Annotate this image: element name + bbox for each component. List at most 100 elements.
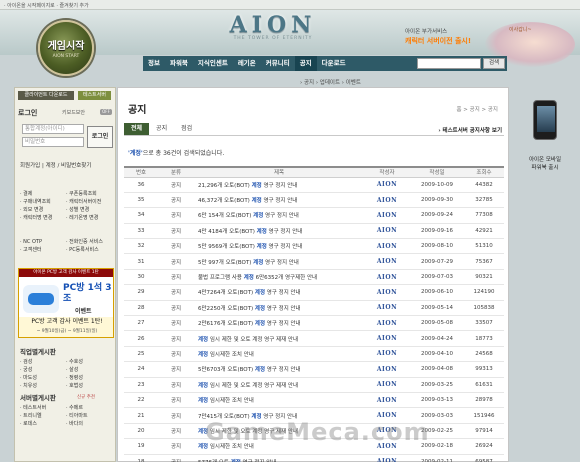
server-lodas[interactable]: · 로데스 [20, 420, 66, 428]
table-row[interactable]: 28 공지 6만2250개 오토(BOT) 계정 영구 정지 안내 AION 2009-… [124, 300, 504, 317]
row-title[interactable]: 5만 997개 오토(BOT) 계정 영구 정지 안내 [194, 253, 364, 270]
tab-all[interactable]: 전체 [124, 123, 150, 135]
menu-otp[interactable]: · NC OTP [20, 238, 66, 246]
server-tiamat[interactable]: · 티아마트 [66, 413, 88, 419]
table-row[interactable]: 23 공지 계정 임시 제한 및 오토 계정 영구 제재 안내 AION 2009-03… [124, 377, 504, 393]
row-title[interactable]: 6만 154개 오토(BOT) 계정 영구 정지 안내 [194, 207, 364, 224]
job-gladiator[interactable]: · 검성 [20, 358, 66, 366]
job-cleric[interactable]: · 치유성 [20, 382, 66, 390]
row-title[interactable]: 4만 4184개 오토(BOT) 계정 영구 정지 안내 [194, 223, 364, 240]
row-writer: AION [364, 223, 410, 240]
row-date: 2009-09-30 [410, 192, 464, 209]
table-row[interactable]: 30 공지 불법 프로그램 사용 계정 6만6352개 영구제한 안내 AION 200… [124, 269, 504, 286]
menu-coupon[interactable]: · 쿠폰등록조회 [66, 191, 97, 197]
keyboard-security-toggle[interactable]: OFF [100, 109, 112, 115]
table-row[interactable]: 26 공지 계정 임시 제한 및 오토 계정 영구 제재 안내 AION 2009-04… [124, 330, 504, 347]
menu-server-transfer[interactable]: · 캐릭터서버이전 [66, 199, 101, 205]
title-prefix: 불법 프로그램 사용 [198, 275, 244, 282]
row-title[interactable]: 5만6703개 오토(BOT) 계정 영구 정지 안내 [194, 361, 364, 378]
job-ranger[interactable]: · 궁성 [20, 366, 66, 374]
job-assassin[interactable]: · 살성 [66, 367, 78, 373]
job-spiritmaster[interactable]: · 정령성 [66, 375, 83, 381]
title-keyword: 계정 [254, 321, 266, 328]
table-row[interactable]: 25 공지 계정 임시제한 조치 안내 AION 2009-04-10 24568 [124, 346, 504, 363]
row-title[interactable]: 5776개 오토 계정 영구 정지 안내 [194, 454, 364, 462]
title-prefix: 5만 997개 오토(BOT) [198, 259, 254, 266]
menu-legion-name-change[interactable]: · 레기온명 변경 [66, 215, 98, 221]
menu-pc-register[interactable]: · PC등록서비스 [66, 247, 99, 253]
row-title[interactable]: 4만7264개 오토(BOT) 계정 영구 정지 안내 [194, 284, 364, 301]
password-input[interactable]: 비밀번호 [22, 137, 84, 147]
aion-writer-logo: AION [376, 242, 398, 250]
nav-item-legion[interactable]: 레기온 [233, 56, 261, 71]
row-title[interactable]: 계정 임시제한 조치 안내 [194, 392, 364, 409]
tab-maintenance[interactable]: 점검 [174, 123, 199, 135]
row-writer: AION [364, 315, 410, 332]
table-row[interactable]: 31 공지 5만 997개 오토(BOT) 계정 영구 정지 안내 AION 2009-… [124, 253, 504, 270]
row-title[interactable]: 5만 9569개 오토(BOT) 계정 영구 정지 안내 [194, 238, 364, 255]
job-sorcerer[interactable]: · 마도성 [20, 374, 66, 382]
menu-phone-auth[interactable]: · 전화인증 서비스 [66, 239, 103, 245]
table-row[interactable]: 32 공지 5만 9569개 오토(BOT) 계정 영구 정지 안내 AION 2009… [124, 238, 504, 255]
row-date: 2009-04-24 [410, 330, 464, 347]
pc-event-banner[interactable]: 아이온 PC방 고객 감사 이벤트 1탄 PC방 1석 3조 이벤트 PC방 고… [18, 268, 114, 338]
menu-gender-change[interactable]: · 성별 변경 [66, 207, 89, 213]
mobile-powerbook-promo[interactable]: 아이온 모바일 파워북 출시 [517, 100, 573, 171]
row-title[interactable]: 46,372개 오토(BOT) 계정 영구 정지 안내 [194, 192, 364, 209]
top-utility-bar: · 아이온을 시작페이지로 · 즐겨찾기 추가 [0, 0, 580, 10]
row-title[interactable]: 계정 임시 제한 및 오토 계정 영구 제재 안내 [194, 330, 364, 347]
test-server-notice-link[interactable]: › 테스트서버 공지사항 보기 [438, 126, 502, 134]
signup-find-links[interactable]: 회원가입 | 계정 / 비밀번호찾기 [20, 161, 91, 169]
client-download-button[interactable]: 클라이언트 다운로드 [18, 91, 74, 100]
nav-item-community[interactable]: 커뮤니티 [261, 56, 295, 71]
server-sea[interactable]: · 바다의 [66, 421, 83, 427]
menu-customer-center[interactable]: · 고객센터 [20, 246, 66, 254]
job-chanter[interactable]: · 호법성 [66, 383, 83, 389]
table-row[interactable]: 24 공지 5만6703개 오토(BOT) 계정 영구 정지 안내 AION 2009-… [124, 361, 504, 378]
table-row[interactable]: 34 공지 6만 154개 오토(BOT) 계정 영구 정지 안내 AION 2009-… [124, 207, 504, 224]
row-title[interactable]: 6만2250개 오토(BOT) 계정 영구 정지 안내 [194, 300, 364, 317]
menu-purchase-history[interactable]: · 구매내역조회 [20, 198, 66, 206]
table-row[interactable]: 18공지5776개 오토 계정 영구 정지 안내 AION 2009-02-1169… [124, 454, 504, 462]
server-transfer-promo[interactable]: 아이온 부가서비스 캐릭터 서버이전 출시! [405, 28, 495, 47]
server-sumer[interactable]: · 수메르 [66, 405, 83, 411]
row-title[interactable]: 계정 임시 제한 및 오토 계정 영구 제재 안내 [194, 377, 364, 393]
table-row[interactable]: 22 공지 계정 임시제한 조치 안내 AION 2009-03-13 28978 [124, 392, 504, 409]
aion-logo[interactable]: AION THE TOWER OF ETERNITY [213, 12, 333, 52]
row-views: 51310 [464, 238, 504, 255]
menu-name-change[interactable]: · 캐릭터명 변경 [20, 214, 66, 222]
row-title[interactable]: 21,296개 오토(BOT) 계정 영구 정지 안내 [194, 177, 364, 193]
table-row[interactable]: 29 공지 4만7264개 오토(BOT) 계정 영구 정지 안내 AION 2009-… [124, 284, 504, 301]
menu-payment[interactable]: · 결제 [20, 190, 66, 198]
row-views: 44382 [464, 177, 504, 193]
server-test[interactable]: · 테스트서버 [20, 404, 66, 412]
test-server-button[interactable]: 테스트서버 [78, 91, 111, 100]
nav-item-knowledge[interactable]: 지식인센트 [193, 56, 233, 71]
top-utility-links[interactable]: · 아이온을 시작페이지로 · 즐겨찾기 추가 [4, 2, 89, 9]
sub-nav-links[interactable]: › 공지 › 업데이트 › 이벤트 [300, 78, 361, 86]
table-row[interactable]: 33 공지 4만 4184개 오토(BOT) 계정 영구 정지 안내 AION 2009… [124, 223, 504, 240]
search-input[interactable] [417, 58, 481, 69]
search-button[interactable]: 검색 [483, 58, 505, 69]
nav-item-powerbook[interactable]: 파워북 [165, 56, 193, 71]
row-title[interactable]: 계정 임시제한 조치 안내 [194, 346, 364, 363]
job-templar[interactable]: · 수호성 [66, 359, 83, 365]
row-title[interactable]: 2만6176개 오토(BOT) 계정 영구 정지 안내 [194, 315, 364, 332]
server-triniel[interactable]: · 트리니엘 [20, 412, 66, 420]
row-title[interactable]: 불법 프로그램 사용 계정 6만6352개 영구제한 안내 [194, 269, 364, 286]
game-start-button[interactable]: 게임시작 AION START [38, 20, 94, 76]
table-row[interactable]: 27 공지 2만6176개 오토(BOT) 계정 영구 정지 안내 AION 2009-… [124, 315, 504, 332]
tab-notice[interactable]: 공지 [149, 123, 174, 135]
menu-appearance-change[interactable]: · 외모 변경 [20, 206, 66, 214]
table-row[interactable]: 36 공지 21,296개 오토(BOT) 계정 영구 정지 안내 AION 2009-… [124, 177, 504, 193]
nav-item-download[interactable]: 다운로드 [317, 56, 351, 71]
nav-item-notice[interactable]: 공지 [294, 56, 317, 71]
row-writer: AION [364, 284, 410, 301]
id-input[interactable]: 통합계정(아이디) [22, 124, 84, 134]
breadcrumb[interactable]: 홈 > 공지 > 공지 [456, 105, 498, 113]
login-button[interactable]: 로그인 [87, 126, 113, 148]
nav-item-info[interactable]: 정보 [143, 56, 165, 71]
row-views: 99313 [464, 361, 504, 378]
title-prefix: 5만 9569개 오토(BOT) [198, 244, 257, 251]
table-row[interactable]: 35 공지 46,372개 오토(BOT) 계정 영구 정지 안내 AION 2009-… [124, 192, 504, 209]
